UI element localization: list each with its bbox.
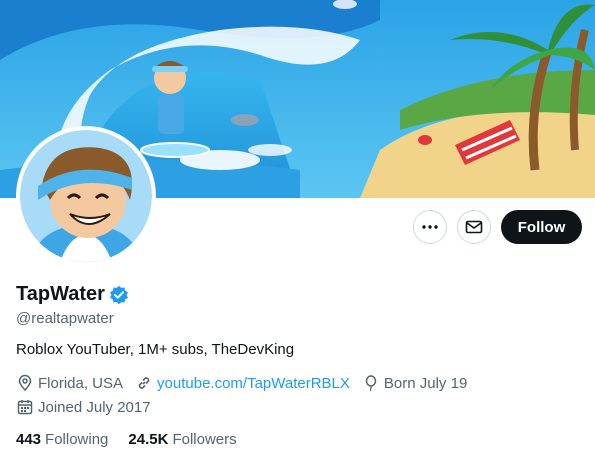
location-item: Florida, USA xyxy=(16,374,123,392)
profile-name: TapWater xyxy=(16,283,105,305)
birthday-item: Born July 19 xyxy=(362,374,467,392)
profile-handle: @realtapwater xyxy=(16,310,114,327)
envelope-icon xyxy=(465,220,483,234)
profile-avatar[interactable] xyxy=(16,126,156,266)
website-item[interactable]: youtube.com/TapWaterRBLX xyxy=(135,374,350,392)
message-button[interactable] xyxy=(457,210,491,244)
balloon-icon xyxy=(365,375,377,392)
following-stat[interactable]: 443 Following xyxy=(16,431,108,448)
following-count: 443 xyxy=(16,431,42,448)
follow-button[interactable]: Follow xyxy=(501,210,582,244)
joined-text: Joined July 2017 xyxy=(38,398,151,416)
location-pin-icon xyxy=(18,374,32,392)
profile-bio: Roblox YouTuber, 1M+ subs, TheDevKing xyxy=(16,341,295,358)
calendar-icon xyxy=(17,400,33,415)
website-link[interactable]: youtube.com/TapWaterRBLX xyxy=(157,375,350,392)
followers-count: 24.5K xyxy=(128,431,169,448)
followers-stat[interactable]: 24.5K Followers xyxy=(128,431,236,448)
link-icon xyxy=(138,377,150,389)
verified-badge-icon[interactable] xyxy=(109,285,129,305)
profile-stats: 443 Following 24.5K Followers xyxy=(16,431,257,448)
more-dots-icon xyxy=(422,225,438,229)
birthday-text: Born July 19 xyxy=(383,374,468,392)
profile-name-row: TapWater xyxy=(16,283,129,306)
followers-label: Followers xyxy=(172,431,237,448)
location-text: Florida, USA xyxy=(38,374,124,392)
following-label: Following xyxy=(45,431,109,448)
more-button[interactable] xyxy=(413,210,447,244)
profile-joined-row: Joined July 2017 xyxy=(16,398,163,416)
profile-meta-row: Florida, USA youtube.com/TapWaterRBLX Bo… xyxy=(16,374,479,392)
joined-item: Joined July 2017 xyxy=(16,398,151,416)
